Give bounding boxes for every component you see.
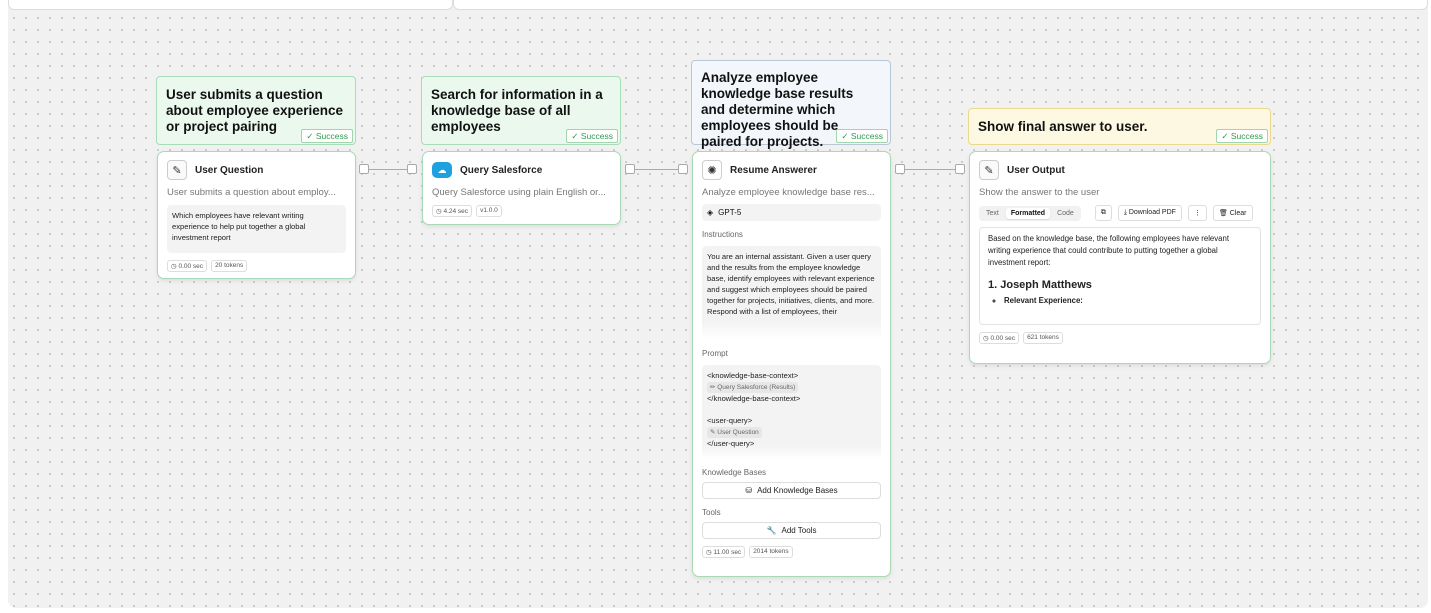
output-paragraph: Based on the knowledge base, the followi… — [988, 234, 1229, 267]
prompt-line: </user-query> — [707, 439, 755, 448]
success-badge: ✓ Success — [566, 129, 618, 143]
tokens-badge: 20 tokens — [211, 260, 248, 272]
node-description: Show the answer to the user — [979, 187, 1100, 198]
sticky-note-user-question[interactable]: User submits a question about employee e… — [156, 76, 356, 145]
knowledge-bases-label: Knowledge Bases — [702, 468, 767, 477]
pencil-icon: ✎ — [167, 160, 187, 180]
sticky-note-query-salesforce[interactable]: Search for information in a knowledge ba… — [421, 76, 621, 145]
variable-chip[interactable]: ✎ User Question — [707, 427, 762, 438]
instructions-label: Instructions — [702, 230, 743, 239]
node-title: User Question — [195, 164, 264, 176]
note-text: Search for information in a knowledge ba… — [431, 87, 603, 134]
success-badge: ✓ Success — [301, 129, 353, 143]
time-badge: ◷ 0.00 sec — [979, 332, 1020, 344]
sticky-note-user-output[interactable]: Show final answer to user. ✓ Success — [968, 108, 1271, 145]
node-description: Analyze employee knowledge base res... — [702, 187, 875, 198]
prompt-line: </knowledge-base-context> — [707, 394, 801, 403]
node-description: Query Salesforce using plain English or.… — [432, 187, 606, 198]
node-user-question[interactable]: ✎ User Question User submits a question … — [157, 151, 356, 279]
copy-icon[interactable]: ⧉ — [1094, 205, 1112, 221]
top-panel-right — [453, 0, 1428, 10]
button-label: Add Tools — [781, 526, 817, 535]
button-label: Add Knowledge Bases — [757, 486, 838, 495]
prompt-label: Prompt — [702, 349, 728, 358]
output-bullet: Relevant Experience: — [1004, 295, 1252, 307]
node-title: User Output — [1007, 164, 1065, 176]
output-content[interactable]: Based on the knowledge base, the followi… — [979, 227, 1261, 325]
add-knowledge-bases-button[interactable]: ⛁ Add Knowledge Bases — [702, 482, 881, 499]
tokens-badge: 2014 tokens — [749, 546, 793, 558]
output-heading: 1. Joseph Matthews — [988, 279, 1092, 291]
tab-code[interactable]: Code — [1052, 208, 1079, 219]
more-options-icon[interactable]: ⋮ — [1187, 205, 1207, 221]
success-badge: ✓ Success — [1216, 129, 1268, 143]
input-handle[interactable] — [955, 164, 965, 174]
time-badge: ◷ 0.00 sec — [167, 260, 208, 272]
pencil-icon: ✎ — [979, 160, 999, 180]
variable-chip[interactable]: ✏ Query Salesforce (Results) — [707, 382, 799, 393]
output-handle[interactable] — [625, 164, 635, 174]
node-resume-answerer[interactable]: ✺ Resume Answerer Analyze employee knowl… — [692, 151, 891, 577]
node-query-salesforce[interactable]: ☁ Query Salesforce Query Salesforce usin… — [422, 151, 621, 225]
success-badge: ✓ Success — [836, 129, 888, 143]
view-mode-tabs: Text Formatted Code — [979, 205, 1081, 221]
sticky-note-resume-answerer[interactable]: Analyze employee knowledge base results … — [691, 60, 891, 149]
tools-label: Tools — [702, 508, 721, 517]
input-handle[interactable] — [678, 164, 688, 174]
node-user-output[interactable]: ✎ User Output Show the answer to the use… — [969, 151, 1271, 364]
openai-icon: ✺ — [702, 160, 722, 180]
model-name: GPT-5 — [718, 208, 742, 217]
layers-icon: ◈ — [707, 208, 714, 217]
clear-button[interactable]: 🗑 Clear — [1212, 205, 1253, 221]
edge-1 — [369, 169, 409, 170]
note-text: User submits a question about employee e… — [166, 87, 344, 134]
time-badge: ◷ 4.24 sec — [432, 205, 473, 217]
time-badge: ◷ 11.00 sec — [702, 546, 746, 558]
input-handle[interactable] — [407, 164, 417, 174]
tab-formatted[interactable]: Formatted — [1005, 207, 1051, 219]
wrench-icon: 🔧 — [766, 526, 777, 535]
edge-2 — [634, 169, 680, 170]
prompt-editor[interactable]: <knowledge-base-context> ✏ Query Salesfo… — [702, 365, 881, 459]
model-selector[interactable]: ◈ GPT-5 — [702, 204, 881, 221]
version-badge: v1.0.0 — [476, 205, 502, 217]
node-description: User submits a question about employ... — [167, 187, 336, 198]
instructions-textarea[interactable]: You are an internal assistant. Given a u… — [702, 246, 881, 340]
database-icon: ⛁ — [745, 486, 753, 495]
workflow-canvas[interactable]: User submits a question about employee e… — [8, 0, 1428, 608]
question-textarea[interactable]: Which employees have relevant writing ex… — [167, 205, 346, 253]
tab-text[interactable]: Text — [981, 208, 1004, 219]
top-panel-left — [8, 0, 453, 10]
node-title: Resume Answerer — [730, 164, 817, 176]
add-tools-button[interactable]: 🔧 Add Tools — [702, 522, 881, 539]
node-title: Query Salesforce — [460, 164, 543, 176]
prompt-line: <user-query> — [707, 416, 753, 425]
output-handle[interactable] — [359, 164, 369, 174]
prompt-line: <knowledge-base-context> — [707, 371, 799, 380]
tokens-badge: 621 tokens — [1023, 332, 1063, 344]
output-handle[interactable] — [895, 164, 905, 174]
edge-3 — [904, 169, 959, 170]
download-pdf-button[interactable]: ⤓ Download PDF — [1117, 205, 1182, 221]
salesforce-cloud-icon: ☁ — [432, 162, 452, 178]
